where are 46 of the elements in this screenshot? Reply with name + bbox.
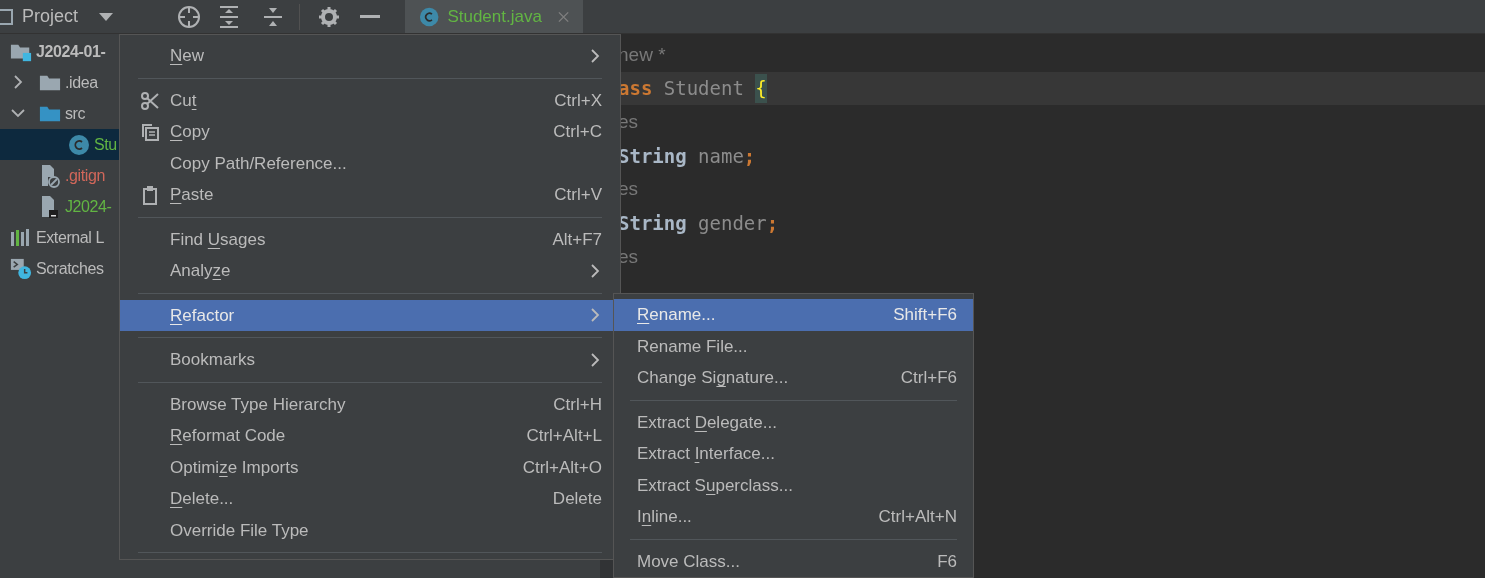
menu-item-label: Delete... bbox=[170, 488, 234, 510]
shortcut-label: Ctrl+C bbox=[553, 121, 602, 143]
menu-item-label: Change Signature... bbox=[637, 367, 789, 389]
menu-item-label: Extract Delegate... bbox=[637, 411, 777, 434]
menu-item-label: Copy Path/Reference... bbox=[170, 152, 347, 175]
tree-item-label: J2024- bbox=[65, 196, 112, 217]
tab-label: Student.java bbox=[447, 5, 542, 28]
menu-item-label: Bookmarks bbox=[170, 349, 256, 371]
menu-item-label: Analyze bbox=[170, 260, 231, 282]
menu-item-label: Browse Type Hierarchy bbox=[170, 393, 346, 416]
menu-item-label: Paste bbox=[170, 184, 214, 206]
shortcut-label: Ctrl+F6 bbox=[900, 367, 957, 389]
tree-item-label: src bbox=[65, 103, 86, 124]
menu-item-label: New bbox=[170, 45, 204, 67]
menu-item-label: Find Usages bbox=[170, 228, 266, 251]
menu-item-label: Extract Superclass... bbox=[637, 474, 793, 497]
code-line: String name; bbox=[618, 143, 757, 169]
shortcut-label: F6 bbox=[937, 550, 957, 573]
tree-item-label: Stu bbox=[94, 134, 117, 155]
shortcut-label: Alt+F7 bbox=[552, 228, 602, 251]
menu-item-label: Cut bbox=[170, 89, 197, 112]
tree-item-label: .idea bbox=[65, 72, 98, 93]
menu-item-label: Refactor bbox=[170, 304, 235, 327]
menu-item-label: Move Class... bbox=[637, 550, 740, 573]
tree-item-label: Scratches bbox=[36, 258, 104, 279]
menu-item-label: Copy bbox=[170, 121, 210, 143]
menu-item-label: Reformat Code bbox=[170, 425, 286, 447]
code-line: String gender; bbox=[618, 211, 780, 237]
shortcut-label: Shift+F6 bbox=[893, 304, 957, 326]
menu-item-label: Override File Type bbox=[170, 519, 309, 542]
shortcut-label: Ctrl+X bbox=[554, 89, 602, 112]
tree-item-label: External L bbox=[36, 227, 105, 248]
shortcut-label: Ctrl+H bbox=[553, 393, 602, 416]
shortcut-label: Delete bbox=[552, 488, 602, 510]
tree-item-label: .gitign bbox=[65, 165, 105, 186]
menu-item-label: Rename... bbox=[637, 304, 716, 326]
tree-item-label: J2024-01- bbox=[36, 41, 106, 62]
menu-item-label: Optimize Imports bbox=[170, 456, 299, 479]
tool-window-title: Project bbox=[22, 5, 79, 28]
shortcut-label: Ctrl+V bbox=[554, 184, 602, 206]
menu-item-label: Rename File... bbox=[637, 335, 748, 358]
menu-item-label: Inline... bbox=[637, 506, 692, 528]
shortcut-label: Ctrl+Alt+O bbox=[522, 456, 602, 479]
shortcut-label: Ctrl+Alt+L bbox=[526, 425, 602, 447]
shortcut-label: Ctrl+Alt+N bbox=[878, 506, 957, 528]
menu-item-label: Extract Interface... bbox=[637, 443, 775, 465]
